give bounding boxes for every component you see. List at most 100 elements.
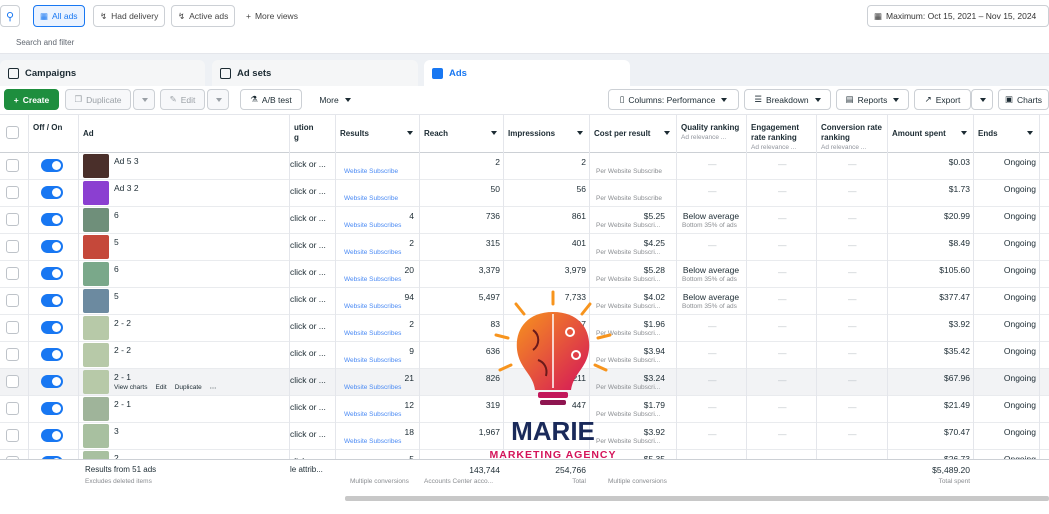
row-checkbox[interactable] <box>6 213 19 226</box>
row-checkbox[interactable] <box>6 402 19 415</box>
ad-name[interactable]: 6 <box>114 264 119 274</box>
search-filter-bar[interactable]: Search and filter <box>0 32 1049 54</box>
chip-active-ads[interactable]: ↯ Active ads <box>171 5 236 27</box>
row-checkbox[interactable] <box>6 321 19 334</box>
header-attribution[interactable]: ution g <box>290 115 336 153</box>
ad-toggle[interactable] <box>41 267 63 280</box>
row-checkbox[interactable] <box>6 429 19 442</box>
table-row[interactable]: 2 - 2 click or ... 9 Website Subscribes 636 $… <box>0 342 1049 369</box>
table-row[interactable]: 2 - 1 click or ... 21 Website Subscribes 826… <box>0 369 1049 396</box>
ad-toggle[interactable] <box>41 240 63 253</box>
edit-action[interactable]: Edit <box>155 384 166 392</box>
table-row[interactable]: 5 click or ... 2 Website Subscribes 315 401 $4… <box>0 234 1049 261</box>
table-row[interactable]: Ad 3 2 click or ... Website Subscribe 50 56 P… <box>0 180 1049 207</box>
export-button[interactable]: ↗ Export <box>914 89 971 110</box>
cost-per-result-sub: Per Website Subscribe <box>596 195 662 202</box>
date-range-picker[interactable]: ▦ Maximum: Oct 15, 2021 – Nov 15, 2024 <box>867 5 1049 27</box>
more-actions-icon[interactable]: ⋯ <box>210 384 217 392</box>
ad-toggle[interactable] <box>41 429 63 442</box>
select-all-checkbox[interactable] <box>6 126 19 139</box>
header-reach[interactable]: Reach <box>420 115 504 153</box>
ad-name[interactable]: 2 - 1 <box>114 372 131 382</box>
ad-toggle[interactable] <box>41 375 63 388</box>
view-charts-action[interactable]: View charts <box>114 384 147 392</box>
search-filter-input[interactable]: Search and filter <box>16 38 74 47</box>
ad-name[interactable]: 5 <box>114 237 119 247</box>
duplicate-dropdown[interactable] <box>133 89 155 110</box>
ad-name[interactable]: 2 - 2 <box>114 318 131 328</box>
ad-toggle[interactable] <box>41 159 63 172</box>
table-row[interactable]: 2 - 2 click or ... 2 Website Subscribes 83 97… <box>0 315 1049 342</box>
row-checkbox[interactable] <box>6 267 19 280</box>
header-cost-per-result[interactable]: Cost per result <box>590 115 677 153</box>
tab-ad-sets[interactable]: Ad sets <box>212 60 418 86</box>
cost-per-result-sub: Per Website Subscri... <box>596 384 661 391</box>
chip-all-ads[interactable]: ▦ All ads <box>33 5 85 27</box>
more-button[interactable]: More <box>312 89 358 110</box>
row-checkbox[interactable] <box>6 294 19 307</box>
table-cell <box>79 180 290 207</box>
header-quality-ranking[interactable]: Quality ranking Ad relevance ... <box>677 115 747 153</box>
ad-toggle[interactable] <box>41 294 63 307</box>
ad-toggle[interactable] <box>41 321 63 334</box>
header-conversion-ranking[interactable]: Conversion rate ranking Ad relevance ... <box>817 115 888 153</box>
ab-test-button[interactable]: ⚗ A/B test <box>240 89 302 110</box>
duplicate-button[interactable]: ❐ Duplicate <box>65 89 131 110</box>
footer-excludes: Excludes deleted items <box>85 478 152 485</box>
row-checkbox[interactable] <box>6 186 19 199</box>
table-row[interactable]: 5 click or ... 94 Website Subscribes 5,497 7,… <box>0 288 1049 315</box>
results-type: Website Subscribes <box>344 222 402 229</box>
table-row[interactable]: Ad 5 3 click or ... Website Subscribe 2 2 Per… <box>0 153 1049 180</box>
header-off-on[interactable]: Off / On <box>29 115 79 153</box>
quality-ranking-sub: Bottom 35% of ads <box>682 222 737 229</box>
charts-button[interactable]: ▣ Charts <box>998 89 1049 110</box>
ad-name[interactable]: Ad 5 3 <box>114 156 139 166</box>
conversion-ranking-value: — <box>848 267 857 277</box>
row-checkbox[interactable] <box>6 348 19 361</box>
reach-value: 3,379 <box>478 265 500 275</box>
table-row[interactable]: 3 click or ... 18 Website Subscribes 1,967 $3… <box>0 423 1049 450</box>
search-button[interactable]: ⚲ <box>0 5 20 27</box>
horizontal-scrollbar[interactable] <box>345 496 1049 501</box>
header-amount-spent[interactable]: Amount spent <box>888 115 974 153</box>
reports-button[interactable]: ▤ Reports <box>836 89 909 110</box>
columns-button[interactable]: ▯ Columns: Performance <box>608 89 739 110</box>
duplicate-action[interactable]: Duplicate <box>175 384 202 392</box>
tab-ads[interactable]: Ads <box>424 60 630 86</box>
ad-name[interactable]: 3 <box>114 426 119 436</box>
reach-value: 826 <box>485 373 500 383</box>
export-dropdown[interactable] <box>971 89 993 110</box>
tab-campaigns[interactable]: Campaigns <box>0 60 205 86</box>
ad-toggle[interactable] <box>41 348 63 361</box>
quality-ranking-value: — <box>708 321 717 331</box>
edit-button[interactable]: ✎ Edit <box>160 89 205 110</box>
row-checkbox[interactable] <box>6 375 19 388</box>
chip-had-delivery[interactable]: ↯ Had delivery <box>93 5 166 27</box>
row-checkbox[interactable] <box>6 159 19 172</box>
results-type: Website Subscribes <box>344 303 402 310</box>
header-engagement-ranking[interactable]: Engagement rate ranking Ad relevance ... <box>747 115 817 153</box>
table-row[interactable]: 2 - 1 click or ... 12 Website Subscribes 319… <box>0 396 1049 423</box>
header-ad[interactable]: Ad <box>79 115 290 153</box>
table-cell <box>336 180 420 207</box>
ad-name[interactable]: 6 <box>114 210 119 220</box>
ad-name[interactable]: Ad 3 2 <box>114 183 139 193</box>
ad-toggle[interactable] <box>41 213 63 226</box>
table-row[interactable]: 6 click or ... 4 Website Subscribes 736 861 $5… <box>0 207 1049 234</box>
table-row[interactable]: 6 click or ... 20 Website Subscribes 3,379 3,… <box>0 261 1049 288</box>
header-impressions[interactable]: Impressions <box>504 115 590 153</box>
attribution-setting: click or ... <box>290 348 326 358</box>
ad-toggle[interactable] <box>41 402 63 415</box>
ad-name[interactable]: 5 <box>114 291 119 301</box>
ad-name[interactable]: 2 - 1 <box>114 399 131 409</box>
breakdown-button[interactable]: ☰ Breakdown <box>744 89 831 110</box>
edit-dropdown[interactable] <box>207 89 229 110</box>
ad-toggle[interactable] <box>41 186 63 199</box>
ad-name[interactable]: 2 - 2 <box>114 345 131 355</box>
create-button[interactable]: + Create <box>4 89 59 110</box>
header-results[interactable]: Results <box>336 115 420 153</box>
header-ends[interactable]: Ends <box>974 115 1040 153</box>
row-checkbox[interactable] <box>6 240 19 253</box>
more-views-button[interactable]: + More views <box>240 5 304 27</box>
amount-spent-value: $8.49 <box>948 238 970 248</box>
